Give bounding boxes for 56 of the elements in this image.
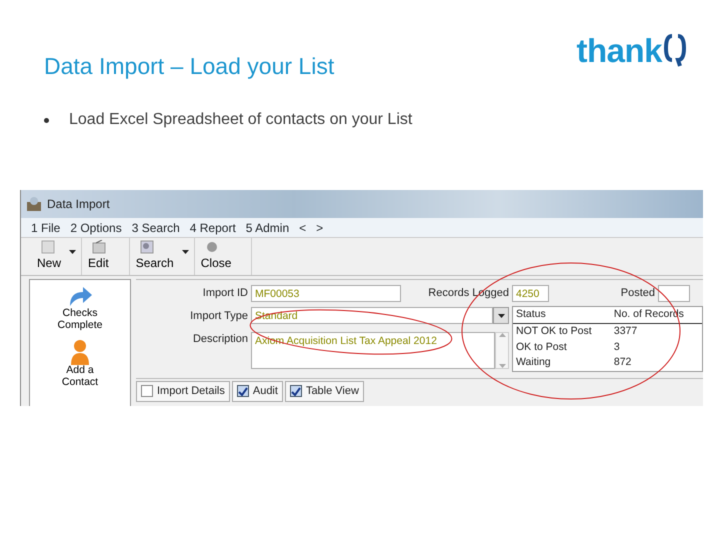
app-icon	[25, 196, 43, 212]
toolbar-button[interactable]: Close	[194, 238, 252, 275]
tab-label: Table View	[306, 384, 359, 399]
scrollbar[interactable]	[495, 332, 509, 370]
menu-item[interactable]: 2 Options	[70, 218, 122, 236]
checkbox[interactable]	[290, 385, 302, 398]
menu-item[interactable]: >	[316, 218, 324, 236]
menu-item[interactable]: 5 Admin	[246, 218, 290, 236]
window-title: Data Import	[47, 196, 110, 213]
input-field[interactable]	[658, 285, 690, 302]
table-cell: NOT OK to Post	[513, 323, 611, 340]
table-cell-text: OK to Post	[515, 340, 568, 354]
column-header: Status	[513, 307, 611, 324]
text-area[interactable]: Axiom Acquisition List Tax Appeal 2012	[251, 332, 495, 370]
toolbar-button[interactable]: Search	[130, 238, 195, 275]
curved-arrow-icon	[67, 286, 93, 308]
menu-item[interactable]: 4 Report	[190, 218, 236, 236]
bullet-text: Load Excel Spreadsheet of contacts on your List	[69, 110, 412, 130]
field-label: Description	[192, 332, 248, 347]
menu-item[interactable]: 3 Search	[132, 218, 180, 236]
page-icon	[41, 240, 55, 254]
field-label: Import Type	[189, 308, 248, 324]
toolbar-button[interactable]: Edit	[82, 238, 130, 275]
person-icon	[70, 339, 90, 366]
tab[interactable]: Audit	[232, 381, 283, 402]
tab[interactable]: Import Details	[136, 381, 230, 402]
table-cell-text: 872	[612, 355, 632, 370]
down-arrow-icon	[498, 364, 506, 368]
table-cell: 3377	[610, 323, 702, 340]
field-label: Import ID	[202, 286, 248, 302]
menu-item[interactable]: <	[299, 218, 306, 236]
bullet-dot	[44, 118, 49, 122]
field-label: Posted	[620, 286, 655, 302]
checkbox[interactable]	[236, 385, 249, 398]
input-field[interactable]: 4250	[512, 285, 549, 302]
toolbar-button[interactable]: New	[31, 238, 82, 275]
tab[interactable]: Table View	[284, 381, 364, 402]
menu-item[interactable]: 1 File	[31, 218, 60, 236]
table-cell-text: Waiting	[515, 355, 552, 370]
caret-icon	[498, 314, 504, 318]
tab-label: Audit	[252, 384, 278, 399]
tab-label: Import Details	[157, 384, 225, 399]
sidebar-item[interactable]: Add a Contact	[49, 339, 111, 388]
input-field[interactable]: MF00053	[251, 285, 401, 302]
sidebar-item[interactable]: Checks Complete	[49, 286, 111, 332]
search-icon	[140, 240, 154, 254]
check-icon	[238, 386, 248, 396]
slide-title: Data Import – Load your List	[44, 54, 334, 81]
logo-text: thank	[576, 34, 662, 66]
close-icon	[204, 240, 219, 254]
checkbox[interactable]	[141, 385, 153, 398]
check-icon	[290, 386, 301, 396]
logo-mark-icon	[664, 32, 686, 68]
document-icon	[92, 240, 106, 254]
up-arrow-icon	[498, 333, 506, 338]
table-cell-text: 3	[612, 340, 621, 354]
